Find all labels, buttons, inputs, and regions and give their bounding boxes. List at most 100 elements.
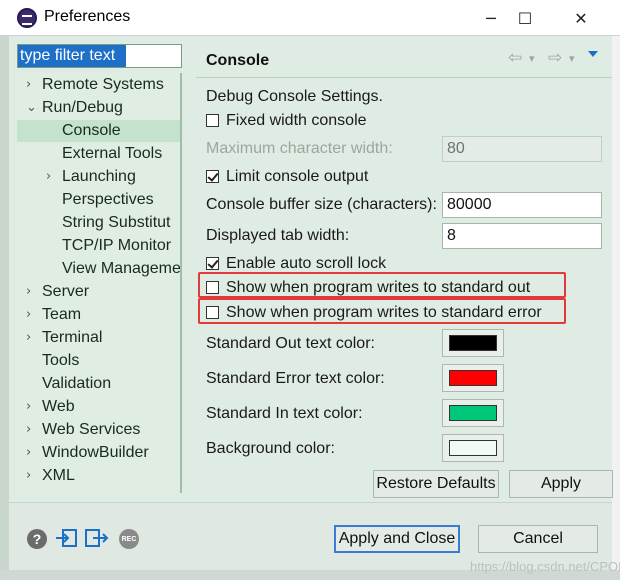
chevron-right-icon[interactable]: › xyxy=(26,442,31,464)
tree-item-label: Web Services xyxy=(42,421,141,438)
tree-item-label: Remote Systems xyxy=(42,76,164,93)
bg-color-label: Background color: xyxy=(206,440,335,457)
cancel-button[interactable]: Cancel xyxy=(478,525,598,553)
tree-item[interactable]: String Substitut xyxy=(17,212,180,234)
tree-item[interactable]: External Tools xyxy=(17,143,180,165)
tree-item[interactable]: › WindowBuilder xyxy=(17,442,180,464)
tree-item[interactable]: Validation xyxy=(17,373,180,395)
apply-button[interactable]: Apply xyxy=(509,470,613,498)
forward-arrow-icon[interactable]: ⇨ xyxy=(548,48,562,68)
tree-item[interactable]: › Web xyxy=(17,396,180,418)
in-color-button[interactable] xyxy=(442,399,504,427)
background-window-strip xyxy=(0,36,9,580)
highlight-box-err xyxy=(198,298,566,324)
limit-output-label[interactable]: Limit console output xyxy=(226,168,368,186)
in-color-label: Standard In text color: xyxy=(206,405,363,422)
tree-item-label: Terminal xyxy=(42,329,103,346)
chevron-right-icon[interactable]: › xyxy=(26,304,31,326)
fixed-width-checkbox[interactable] xyxy=(206,114,219,127)
highlight-box-out xyxy=(198,272,566,298)
back-arrow-icon[interactable]: ⇦ xyxy=(508,48,522,68)
maximize-icon[interactable]: ☐ xyxy=(502,4,548,32)
err-color-swatch xyxy=(449,370,497,386)
forward-dropdown-icon[interactable]: ▾ xyxy=(569,52,575,65)
bg-color-swatch xyxy=(449,440,497,456)
tree-item-label: TCP/IP Monitor xyxy=(62,237,172,254)
preferences-body: › Remote Systems ⌄ Run/Debug Console External… xyxy=(9,36,613,502)
chevron-right-icon[interactable]: › xyxy=(26,281,31,303)
fixed-width-label[interactable]: Fixed width console xyxy=(226,112,367,130)
page-header: Console ⇦ ▾ ⇨ ▾ xyxy=(196,40,612,78)
restore-defaults-button[interactable]: Restore Defaults xyxy=(373,470,499,498)
section-label: Debug Console Settings. xyxy=(206,88,383,105)
chevron-right-icon[interactable]: › xyxy=(26,419,31,441)
tree-item[interactable]: TCP/IP Monitor xyxy=(17,235,180,257)
tab-width-field[interactable] xyxy=(442,223,602,249)
auto-scroll-checkbox[interactable] xyxy=(206,257,219,270)
tree-item[interactable]: View Manageme xyxy=(17,258,181,280)
tree-item[interactable]: Console xyxy=(17,120,180,142)
window-title: Preferences xyxy=(44,8,131,25)
tree-item-label: View Manageme xyxy=(62,260,181,277)
page-title: Console xyxy=(206,52,270,69)
view-menu-icon[interactable] xyxy=(588,51,598,57)
tree-item-label: Validation xyxy=(42,375,112,392)
filter-input[interactable] xyxy=(18,45,126,67)
tree-item[interactable]: › Terminal xyxy=(17,327,180,349)
tab-width-label: Displayed tab width: xyxy=(206,227,350,244)
out-color-label: Standard Out text color: xyxy=(206,335,375,352)
tree-item-label: Team xyxy=(42,306,82,323)
bg-color-button[interactable] xyxy=(442,434,504,462)
help-icon[interactable]: ? xyxy=(27,529,47,549)
tree-item[interactable]: › XML xyxy=(17,465,180,487)
chevron-right-icon[interactable]: › xyxy=(26,327,31,349)
err-color-label: Standard Error text color: xyxy=(206,370,385,387)
eclipse-app-icon xyxy=(17,8,37,28)
tree-item-label: Server xyxy=(42,283,90,300)
chevron-right-icon[interactable]: › xyxy=(26,465,31,487)
preferences-tree: › Remote Systems ⌄ Run/Debug Console External… xyxy=(17,73,182,493)
background-window-strip-right xyxy=(612,36,620,580)
chevron-right-icon[interactable]: › xyxy=(46,166,51,188)
tree-item[interactable]: Perspectives xyxy=(17,189,180,211)
chevron-right-icon[interactable]: › xyxy=(26,74,31,96)
tree-item-label: XML xyxy=(42,467,75,484)
tree-item[interactable]: Tools xyxy=(17,350,180,372)
back-dropdown-icon[interactable]: ▾ xyxy=(529,52,535,65)
tree-item-label: Run/Debug xyxy=(42,99,123,116)
tree-item-label: String Substitut xyxy=(62,214,171,231)
tree-item-label: Perspectives xyxy=(62,191,154,208)
tree-item-label: Console xyxy=(62,122,121,139)
chevron-right-icon[interactable]: › xyxy=(26,396,31,418)
tree-item[interactable]: › Team xyxy=(17,304,180,326)
out-color-swatch xyxy=(449,335,497,351)
title-bar: Preferences ─ ☐ ✕ xyxy=(0,0,620,36)
close-icon[interactable]: ✕ xyxy=(558,4,604,32)
buffer-size-label: Console buffer size (characters): xyxy=(206,196,437,213)
apply-and-close-button[interactable]: Apply and Close xyxy=(334,525,460,553)
tree-item-label: WindowBuilder xyxy=(42,444,149,461)
tree-item-label: Tools xyxy=(42,352,80,369)
export-icon[interactable] xyxy=(85,528,109,548)
console-page: Debug Console Settings. Fixed width cons… xyxy=(196,78,613,502)
chevron-down-icon[interactable]: ⌄ xyxy=(26,97,37,119)
out-color-button[interactable] xyxy=(442,329,504,357)
import-icon[interactable] xyxy=(55,528,79,548)
in-color-swatch xyxy=(449,405,497,421)
max-char-width-field[interactable] xyxy=(442,136,602,162)
err-color-button[interactable] xyxy=(442,364,504,392)
tree-item[interactable]: › Web Services xyxy=(17,419,180,441)
tree-item-label: Web xyxy=(42,398,75,415)
record-icon[interactable]: REC xyxy=(119,529,139,549)
tree-item[interactable]: › Launching xyxy=(17,166,180,188)
filter-field[interactable] xyxy=(17,44,182,68)
tree-item[interactable]: › Server xyxy=(17,281,180,303)
tree-item-label: Launching xyxy=(62,168,136,185)
max-char-width-label: Maximum character width: xyxy=(206,140,393,157)
tree-item[interactable]: ⌄ Run/Debug xyxy=(17,97,180,119)
auto-scroll-label[interactable]: Enable auto scroll lock xyxy=(226,255,386,273)
watermark: https://blog.csdn.net/CPOHU xyxy=(470,559,620,574)
limit-output-checkbox[interactable] xyxy=(206,170,219,183)
tree-item[interactable]: › Remote Systems xyxy=(17,74,180,96)
buffer-size-field[interactable] xyxy=(442,192,602,218)
